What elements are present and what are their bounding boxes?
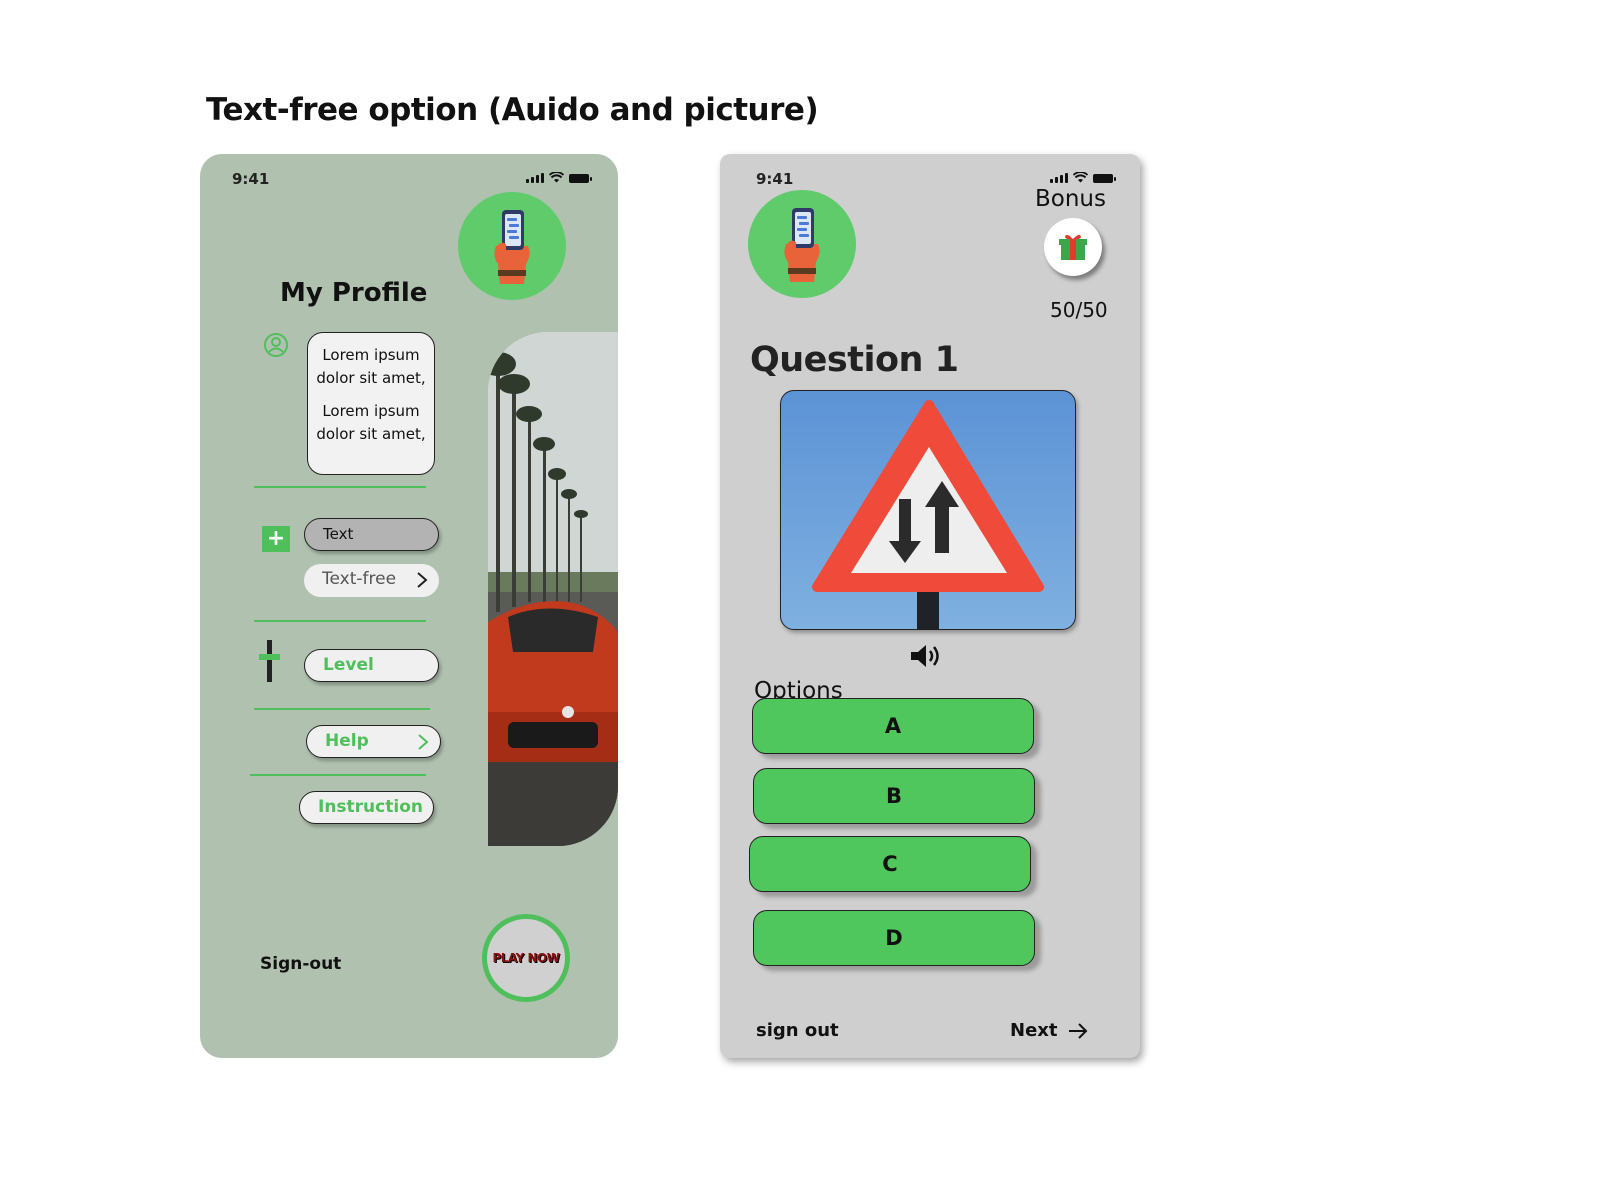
signal-icon (526, 173, 544, 183)
play-now-label: PLAY NOW (492, 951, 560, 965)
bio-line: Lorem ipsum dolor sit amet, (316, 402, 426, 443)
speaker-icon[interactable] (909, 642, 941, 670)
option-c-button[interactable]: C (749, 836, 1031, 892)
chevron-right-icon (417, 572, 428, 588)
instruction-button[interactable]: Instruction (299, 791, 434, 824)
hand-phone-icon (494, 210, 530, 284)
next-button[interactable]: Next (1010, 1020, 1088, 1041)
divider (250, 774, 426, 776)
chevron-right-icon (418, 734, 429, 750)
profile-screen: 9:41 My Profile Lorem ipsum dolor sit am… (200, 154, 618, 1058)
page-title: Text-free option (Auido and picture) (206, 92, 819, 128)
play-now-button[interactable]: PLAY NOW (482, 914, 570, 1002)
quiz-screen: 9:41 Bonus 50/50 Question 1 Options A B … (720, 154, 1140, 1058)
battery-icon (569, 174, 592, 183)
battery-icon (1093, 174, 1116, 183)
help-label: Help (325, 731, 369, 751)
bio-line: Lorem ipsum dolor sit amet, (316, 346, 426, 387)
user-icon (264, 333, 288, 357)
avatar[interactable] (458, 192, 566, 300)
status-icons (1050, 172, 1116, 183)
bio-card: Lorem ipsum dolor sit amet, Lorem ipsum … (307, 332, 435, 475)
arrow-right-icon (1068, 1022, 1087, 1039)
profile-title: My Profile (280, 278, 428, 308)
text-free-mode-label: Text-free (322, 569, 397, 589)
car-illustration (488, 332, 618, 846)
hand-phone-icon (784, 208, 820, 282)
text-free-mode-button[interactable]: Text-free (304, 564, 439, 597)
divider (254, 486, 426, 488)
text-mode-label: Text (323, 525, 354, 543)
question-image (780, 390, 1076, 630)
status-time: 9:41 (232, 170, 270, 188)
wifi-icon (549, 172, 564, 183)
car-photo (488, 332, 618, 846)
bonus-button[interactable] (1044, 218, 1102, 276)
help-button[interactable]: Help (306, 725, 441, 758)
question-title: Question 1 (750, 340, 959, 380)
option-b-button[interactable]: B (753, 768, 1035, 824)
level-label: Level (323, 655, 374, 675)
slider-icon[interactable] (258, 640, 282, 682)
bonus-label: Bonus (1035, 186, 1106, 212)
option-a-button[interactable]: A (752, 698, 1034, 754)
signal-icon (1050, 173, 1068, 183)
option-d-button[interactable]: D (753, 910, 1035, 966)
two-way-traffic-sign-picture (812, 400, 1044, 629)
gift-icon (1059, 234, 1087, 260)
instruction-label: Instruction (318, 797, 423, 817)
divider (254, 620, 426, 622)
signout-link[interactable]: Sign-out (260, 954, 341, 974)
avatar[interactable] (748, 190, 856, 298)
signout-link[interactable]: sign out (756, 1020, 839, 1041)
status-icons (526, 172, 592, 183)
text-mode-button[interactable]: Text (304, 518, 439, 551)
wifi-icon (1073, 172, 1088, 183)
level-button[interactable]: Level (304, 649, 439, 682)
next-label: Next (1010, 1020, 1058, 1041)
divider (254, 708, 430, 710)
plus-icon[interactable]: + (262, 526, 290, 552)
status-time: 9:41 (756, 170, 794, 188)
score-display: 50/50 (1050, 298, 1108, 322)
